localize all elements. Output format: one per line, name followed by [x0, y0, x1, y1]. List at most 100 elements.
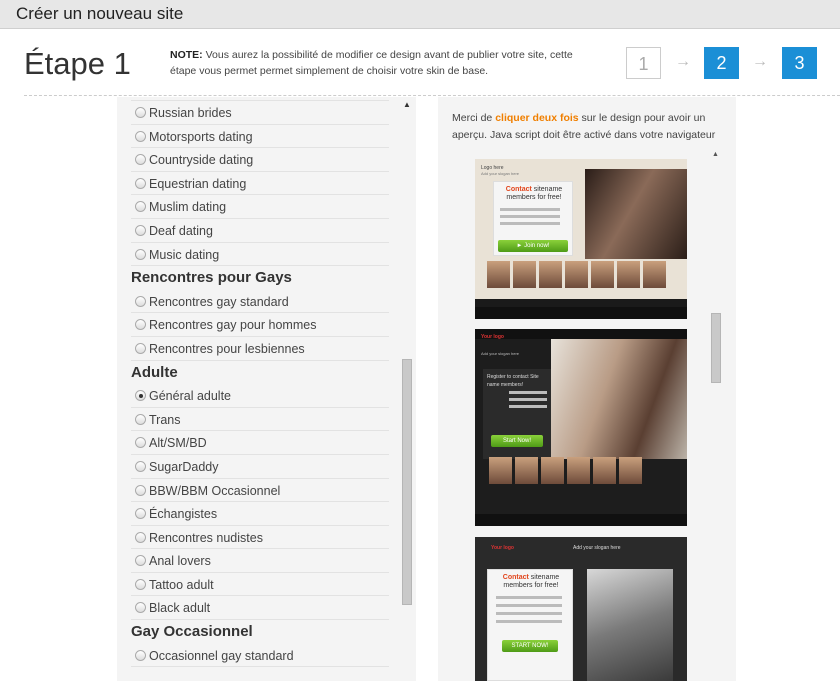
skin-field	[496, 604, 562, 607]
arrow-right-icon: →	[752, 53, 768, 70]
radio-button[interactable]	[135, 177, 146, 189]
category-label: Tattoo adult	[149, 577, 214, 592]
category-label: Russian brides	[149, 106, 232, 120]
skin-slogan: Add your slogan here	[481, 351, 520, 356]
skin-hero-photo	[585, 169, 687, 259]
skin-start-button: START NOW!	[502, 640, 558, 652]
skin-member-thumbs	[489, 457, 642, 484]
note-body: Vous aurez la possibilité de modifier ce…	[170, 49, 573, 77]
radio-button[interactable]	[135, 460, 146, 472]
radio-button[interactable]	[135, 342, 146, 354]
category-option[interactable]: Occasionnel gay standard	[131, 644, 389, 668]
radio-button[interactable]	[135, 319, 146, 331]
skin-thumbnail-1[interactable]: Logo here Add your slogan here Contact s…	[475, 159, 687, 319]
radio-button[interactable]	[135, 437, 146, 449]
skin-hero-photo	[587, 569, 673, 681]
skin-field	[496, 596, 562, 599]
radio-button[interactable]	[135, 555, 146, 567]
preview-hint: Merci de cliquer deux fois sur le design…	[452, 110, 722, 144]
category-option[interactable]: Deaf dating	[131, 219, 389, 243]
skin-field	[496, 620, 562, 623]
radio-button[interactable]	[135, 508, 146, 520]
radio-button[interactable]	[135, 484, 146, 496]
category-option[interactable]: Countryside dating	[131, 148, 389, 172]
skin-start-button: Start Now!	[491, 435, 543, 447]
skin-field	[509, 405, 547, 408]
skin-slogan: Add your slogan here	[573, 545, 621, 551]
skin-contact-title: Contact sitename members for free!	[499, 186, 569, 202]
radio-button[interactable]	[135, 602, 146, 614]
radio-button[interactable]	[135, 224, 146, 236]
category-label: Motorsports dating	[149, 129, 253, 144]
category-label: Trans	[149, 412, 181, 427]
step-3-button[interactable]: 3	[782, 47, 817, 79]
category-option[interactable]: Equestrian dating	[131, 172, 389, 196]
category-label: Alt/SM/BD	[149, 436, 207, 451]
radio-button[interactable]	[135, 154, 146, 166]
scroll-up-icon[interactable]: ▲	[403, 100, 411, 109]
category-option[interactable]: Anal lovers	[131, 549, 389, 573]
skin-thumbnail-2[interactable]: Your logo Add your slogan here Register …	[475, 329, 687, 526]
category-label: Black adult	[149, 601, 211, 616]
skin-preview-panel: Merci de cliquer deux fois sur le design…	[438, 97, 736, 681]
radio-button[interactable]	[135, 130, 146, 142]
skin-footer	[475, 514, 687, 526]
radio-button[interactable]	[135, 201, 146, 213]
category-label: Anal lovers	[149, 554, 211, 569]
category-option[interactable]: Motorsports dating	[131, 125, 389, 149]
skin-slogan: Add your slogan here	[481, 171, 520, 176]
window-title: Créer un nouveau site	[16, 4, 184, 23]
category-option-clipped	[131, 667, 389, 681]
step-2-button[interactable]: 2	[704, 47, 739, 79]
scrollbar-thumb[interactable]	[402, 359, 412, 605]
skin-thumbnail-3[interactable]: Your logo Add your slogan here Contact s…	[475, 537, 687, 681]
radio-button[interactable]	[135, 649, 146, 661]
category-option[interactable]: Trans	[131, 408, 389, 432]
category-option[interactable]: Rencontres pour lesbiennes	[131, 337, 389, 361]
category-option[interactable]: Music dating	[131, 243, 389, 267]
step-1-button[interactable]: 1	[626, 47, 661, 79]
skin-contact-title: Contact sitename members for free!	[496, 574, 566, 590]
category-label: Occasionnel gay standard	[149, 648, 294, 663]
skin-contact-accent: Contact	[505, 186, 532, 193]
hint-accent: cliquer deux fois	[495, 112, 579, 124]
preview-scrollbar[interactable]: ▲	[710, 151, 722, 681]
radio-button[interactable]	[135, 390, 146, 402]
radio-button[interactable]	[135, 295, 146, 307]
radio-button[interactable]	[135, 531, 146, 543]
category-option[interactable]: Échangistes	[131, 502, 389, 526]
skin-footer	[475, 307, 687, 319]
category-group-title: Rencontres pour Gays	[131, 269, 292, 287]
skin-signup-form: Contact sitename members for free! START…	[487, 569, 573, 681]
category-option[interactable]: Muslim dating	[131, 195, 389, 219]
category-option[interactable]: Alt/SM/BD	[131, 431, 389, 455]
category-label: Deaf dating	[149, 223, 213, 238]
step-title: Étape 1	[24, 46, 131, 81]
category-option[interactable]: Tattoo adult	[131, 573, 389, 597]
radio-button[interactable]	[135, 578, 146, 590]
skin-field	[500, 215, 560, 218]
category-option[interactable]: Rencontres nudistes	[131, 526, 389, 550]
scroll-up-icon[interactable]: ▲	[712, 151, 719, 158]
skin-field	[500, 208, 560, 211]
category-scrollbar[interactable]: ▲	[399, 97, 416, 681]
category-option[interactable]: Russian brides	[131, 101, 389, 125]
category-option[interactable]: Général adulte	[131, 384, 389, 408]
category-option[interactable]: Rencontres gay pour hommes	[131, 313, 389, 337]
radio-button[interactable]	[135, 413, 146, 425]
category-option[interactable]: Rencontres gay standard	[131, 290, 389, 314]
skin-field	[509, 398, 547, 401]
window-titlebar: Créer un nouveau site	[0, 0, 840, 29]
category-option[interactable]: Black adult	[131, 596, 389, 621]
category-option[interactable]: BBW/BBM Occasionnel	[131, 479, 389, 503]
category-label: BBW/BBM Occasionnel	[149, 483, 281, 498]
category-label: Rencontres pour lesbiennes	[149, 341, 305, 356]
skin-join-button: ► Join now!	[498, 240, 568, 252]
category-label: Rencontres gay standard	[149, 294, 289, 309]
category-option[interactable]: SugarDaddy	[131, 455, 389, 479]
category-label: Échangistes	[149, 507, 218, 522]
radio-button[interactable]	[135, 248, 146, 260]
skin-contact-accent: Contact	[502, 574, 529, 581]
radio-button[interactable]	[135, 107, 146, 118]
scrollbar-thumb[interactable]	[711, 313, 721, 383]
